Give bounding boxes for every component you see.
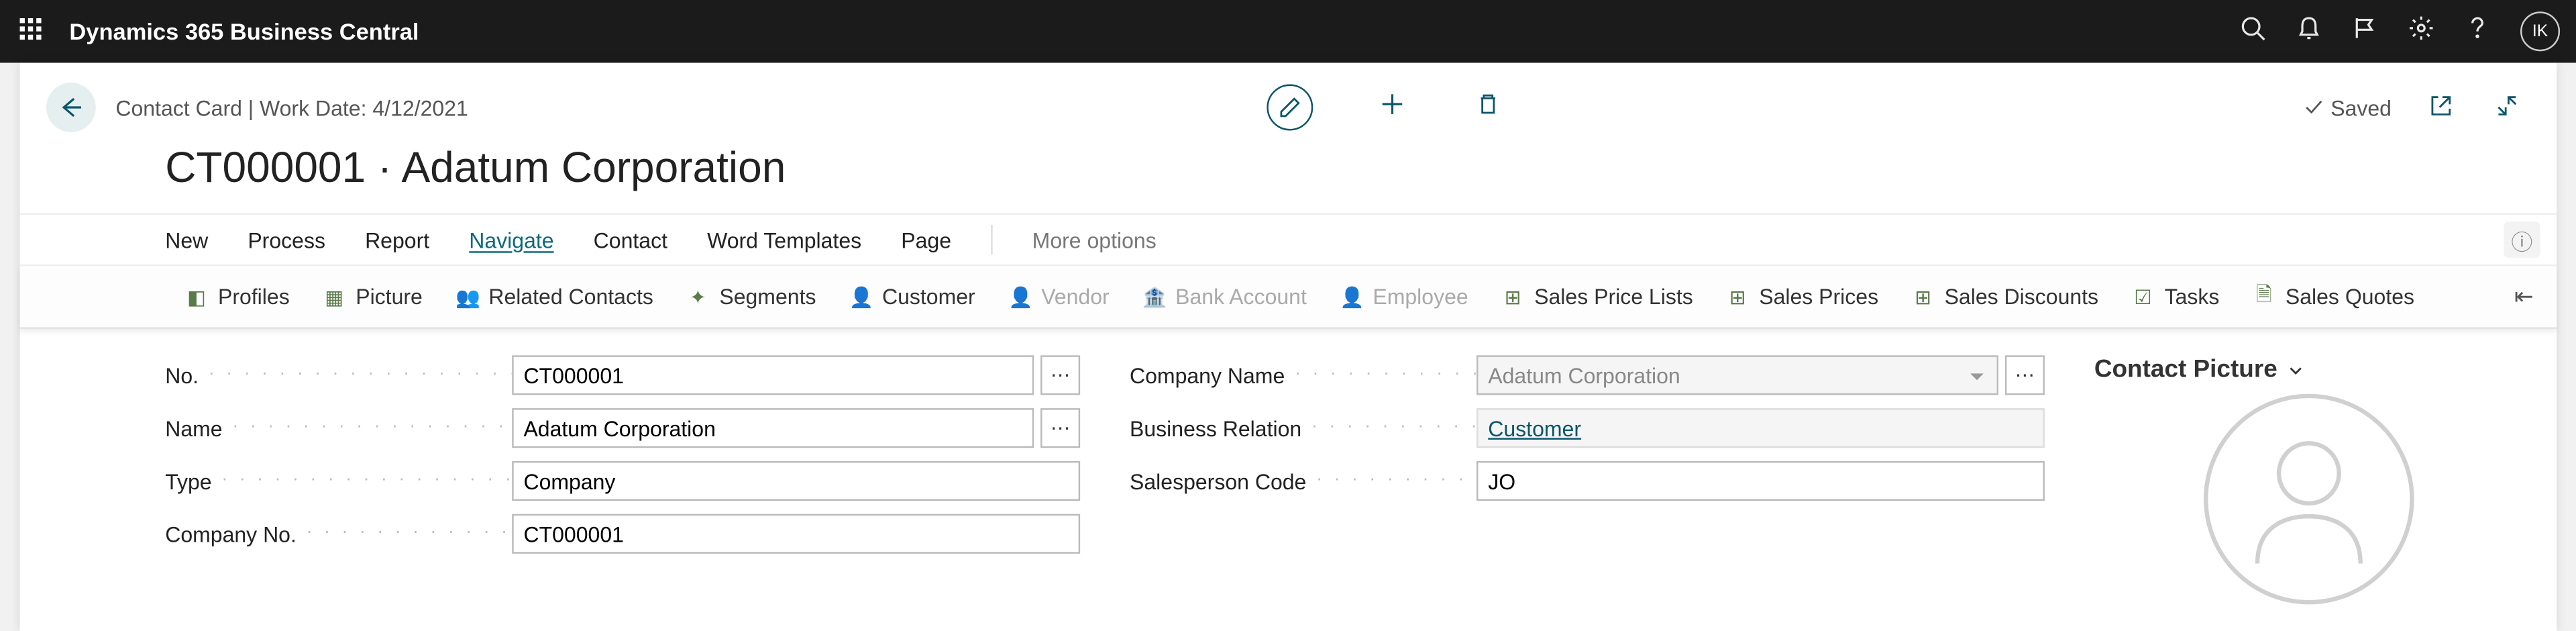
ribbon-profiles[interactable]: ◧Profiles	[185, 284, 290, 309]
help-icon[interactable]	[2464, 14, 2490, 49]
ribbon-customer[interactable]: 👤Customer	[849, 284, 975, 309]
menu-report[interactable]: Report	[365, 228, 429, 252]
ribbon-sales-prices[interactable]: ⊞Sales Prices	[1726, 284, 1878, 309]
popout-icon[interactable]	[2424, 93, 2457, 122]
input-company-name	[1477, 355, 1998, 395]
ribbon-related-contacts[interactable]: 👥Related Contacts	[455, 284, 653, 309]
label-type: Type	[165, 469, 512, 493]
select-salesperson[interactable]: JO	[1477, 461, 2045, 501]
tasks-icon: ☑	[2131, 285, 2154, 308]
app-title: Dynamics 365 Business Central	[69, 18, 419, 44]
employee-icon: 👤	[1340, 285, 1362, 308]
ribbon-sales-discounts[interactable]: ⊞Sales Discounts	[1911, 284, 2098, 309]
menu-new[interactable]: New	[165, 228, 208, 252]
ribbon-vendor: 👤Vendor	[1008, 284, 1110, 309]
pin-icon[interactable]: ⇤	[2514, 283, 2534, 311]
segments-icon: ✦	[686, 285, 709, 308]
menu-page[interactable]: Page	[901, 228, 951, 252]
menu-word-templates[interactable]: Word Templates	[707, 228, 861, 252]
contact-picture-header[interactable]: Contact Picture	[2094, 355, 2524, 383]
saved-indicator: Saved	[2304, 95, 2392, 120]
contact-picture-placeholder	[2177, 400, 2441, 598]
breadcrumb: Contact Card | Work Date: 4/12/2021	[115, 95, 468, 120]
collapse-icon[interactable]	[2491, 93, 2524, 122]
sales-quotes-icon: 🗎	[2253, 279, 2275, 314]
ribbon-segments[interactable]: ✦Segments	[686, 284, 816, 309]
new-icon[interactable]	[1377, 90, 1409, 125]
select-type[interactable]: Company	[512, 461, 1080, 501]
vendor-icon: 👤	[1008, 285, 1031, 308]
notifications-icon[interactable]	[2296, 14, 2322, 49]
app-launcher-icon[interactable]	[20, 18, 46, 44]
ribbon-picture[interactable]: ▦Picture	[323, 284, 423, 309]
edit-button[interactable]	[1267, 85, 1313, 131]
menu-more-options[interactable]: More options	[1032, 228, 1157, 252]
menu-process[interactable]: Process	[248, 228, 325, 252]
search-icon[interactable]	[2239, 14, 2265, 49]
ribbon-employee: 👤Employee	[1340, 284, 1468, 309]
menu-contact[interactable]: Contact	[594, 228, 667, 252]
gear-icon[interactable]	[2408, 14, 2434, 49]
menu-bar: New Process Report Navigate Contact Word Temp…	[20, 213, 2557, 266]
back-button[interactable]	[46, 83, 96, 132]
label-name: Name	[165, 416, 512, 440]
sales-price-lists-icon: ⊞	[1501, 285, 1524, 308]
delete-icon[interactable]	[1472, 90, 1505, 125]
lookup-no[interactable]: ⋯	[1040, 355, 1080, 395]
link-business-relation[interactable]: Customer	[1477, 408, 2045, 448]
ribbon-tasks[interactable]: ☑Tasks	[2131, 284, 2219, 309]
input-no[interactable]	[512, 355, 1034, 395]
label-salesperson: Salesperson Code	[1130, 469, 1477, 493]
page-title: CT000001 · Adatum Corporation	[20, 139, 2557, 213]
label-company-name: Company Name	[1130, 362, 1477, 387]
customer-icon: 👤	[849, 285, 872, 308]
info-icon[interactable]: ⓘ	[2504, 222, 2540, 258]
bank-account-icon: 🏦	[1142, 285, 1165, 308]
label-company-no: Company No.	[165, 522, 512, 546]
user-avatar[interactable]: IK	[2520, 11, 2560, 51]
profiles-icon: ◧	[185, 285, 208, 308]
input-name[interactable]	[512, 408, 1034, 448]
ribbon-sales-quotes[interactable]: 🗎Sales Quotes	[2253, 279, 2414, 314]
label-no: No.	[165, 362, 512, 387]
picture-icon: ▦	[323, 285, 345, 308]
label-business-relation: Business Relation	[1130, 416, 1477, 440]
menu-navigate[interactable]: Navigate	[469, 228, 553, 252]
ribbon: ◧Profiles ▦Picture 👥Related Contacts ✦Segme…	[20, 266, 2557, 329]
sales-prices-icon: ⊞	[1726, 285, 1749, 308]
ribbon-sales-price-lists[interactable]: ⊞Sales Price Lists	[1501, 284, 1693, 309]
lookup-name[interactable]: ⋯	[1040, 408, 1080, 448]
ribbon-bank-account: 🏦Bank Account	[1142, 284, 1307, 309]
chevron-down-icon	[2288, 361, 2304, 378]
flag-icon[interactable]	[2352, 14, 2378, 49]
sales-discounts-icon: ⊞	[1911, 285, 1934, 308]
lookup-company-name[interactable]: ⋯	[2005, 355, 2045, 395]
related-contacts-icon: 👥	[455, 285, 478, 308]
select-company-no[interactable]: CT000001	[512, 514, 1080, 554]
